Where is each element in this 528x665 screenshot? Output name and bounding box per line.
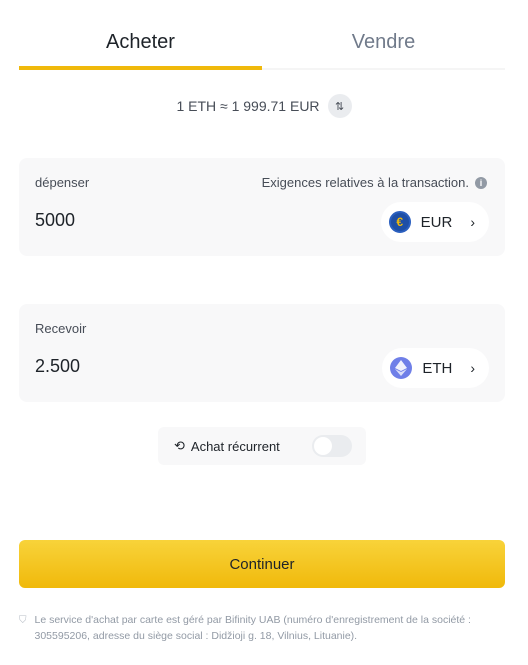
spend-currency-selector[interactable]: € EUR ›	[380, 202, 489, 242]
receive-label: Recevoir	[35, 321, 87, 336]
transaction-requirements-text: Exigences relatives à la transaction.	[261, 175, 469, 190]
exchange-rate-text: 1 ETH ≈ 1 999.71 EUR	[176, 98, 320, 114]
recurring-buy-toggle[interactable]	[312, 435, 352, 457]
eur-coin-icon: €	[388, 211, 411, 233]
recurring-buy-option: ⟲ Achat récurrent	[158, 427, 366, 465]
toggle-knob	[314, 437, 332, 455]
spend-amount-input[interactable]	[35, 210, 235, 231]
info-icon: i	[475, 176, 487, 189]
transaction-requirements-link[interactable]: Exigences relatives à la transaction. i	[262, 175, 487, 190]
chevron-right-icon: ›	[470, 214, 475, 230]
spend-label: dépenser	[35, 175, 90, 190]
chevron-right-icon: ›	[470, 360, 475, 376]
tab-buy[interactable]: Acheter	[19, 20, 262, 68]
trade-tabs: Acheter Vendre	[19, 20, 505, 70]
recurring-buy-label: Achat récurrent	[190, 438, 280, 454]
spend-card: dépenser Exigences relatives à la transa…	[19, 158, 505, 256]
exchange-rate: 1 ETH ≈ 1 999.71 EUR ⇅	[0, 94, 528, 118]
recurring-clock-icon: ⟲	[174, 438, 185, 453]
shield-icon: ⛉	[19, 615, 27, 626]
receive-currency-code: ETH	[422, 359, 453, 377]
spend-currency-code: EUR	[420, 213, 453, 231]
disclaimer-text: Le service d'achat par carte est géré pa…	[34, 614, 471, 642]
active-tab-indicator	[19, 66, 262, 70]
receive-amount-input[interactable]	[35, 356, 235, 377]
tab-sell[interactable]: Vendre	[262, 20, 505, 68]
receive-currency-selector[interactable]: ETH ›	[382, 348, 489, 388]
receive-card: Recevoir ETH ›	[19, 304, 505, 402]
card-service-disclaimer: ⛉ Le service d'achat par carte est géré …	[19, 612, 505, 644]
continue-button[interactable]: Continuer	[19, 540, 505, 588]
swap-vertical-icon[interactable]: ⇅	[327, 94, 352, 118]
eth-coin-icon	[390, 357, 413, 379]
